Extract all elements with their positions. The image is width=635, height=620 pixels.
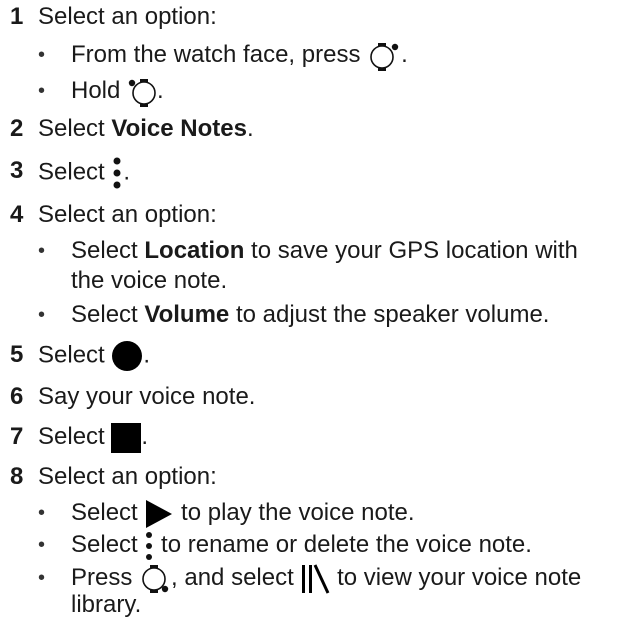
watch-button-top-right-icon	[370, 42, 399, 71]
bullet-dot: •	[38, 80, 46, 102]
step-number: 8	[10, 463, 24, 490]
step-number: 7	[10, 423, 24, 450]
step-text: Select	[38, 158, 112, 186]
bullet-dot: •	[38, 240, 46, 262]
step-text: Select an option:	[38, 3, 217, 30]
step-text: Select an option:	[38, 201, 217, 228]
volume-label: Volume	[144, 301, 230, 328]
step-number: 2	[10, 115, 24, 142]
step-text: Select	[38, 341, 112, 369]
bullet-text: Hold	[71, 77, 128, 104]
bullet-dot: •	[38, 567, 46, 589]
step-text: Select an option:	[38, 463, 217, 490]
library-icon	[302, 564, 330, 594]
bullet-text: Select	[71, 499, 145, 526]
step-number: 4	[10, 201, 24, 228]
bullet-text: Select	[71, 237, 145, 264]
play-triangle-icon	[146, 499, 173, 528]
bullet-text: Select	[71, 301, 145, 328]
menu-dots-icon	[146, 531, 153, 560]
step-number: 1	[10, 3, 24, 30]
watch-button-top-left-icon	[128, 78, 156, 107]
bullet-text: Press	[71, 564, 140, 591]
step-text: Say your voice note.	[38, 383, 256, 410]
step-number: 6	[10, 383, 24, 410]
step-text: Select	[38, 115, 112, 142]
location-label: Location	[144, 237, 245, 264]
step-number: 5	[10, 341, 24, 368]
bullet-dot: •	[38, 304, 46, 326]
bullet-text: From the watch face, press	[71, 41, 368, 68]
bullet-text: Select	[71, 531, 145, 558]
voice-notes-label: Voice Notes	[111, 115, 247, 142]
bullet-dot: •	[38, 44, 46, 66]
voice-notes-instructions: 1 Select an option: • From the watch fac…	[10, 3, 582, 618]
menu-dots-icon	[113, 157, 121, 189]
bullet-dot: •	[38, 502, 46, 524]
bullet-dot: •	[38, 534, 46, 556]
watch-button-bottom-right-icon	[142, 564, 169, 593]
stop-square-icon	[111, 422, 142, 453]
record-circle-icon	[112, 341, 143, 371]
step-number: 3	[10, 157, 24, 184]
step-text: Select	[38, 423, 112, 450]
